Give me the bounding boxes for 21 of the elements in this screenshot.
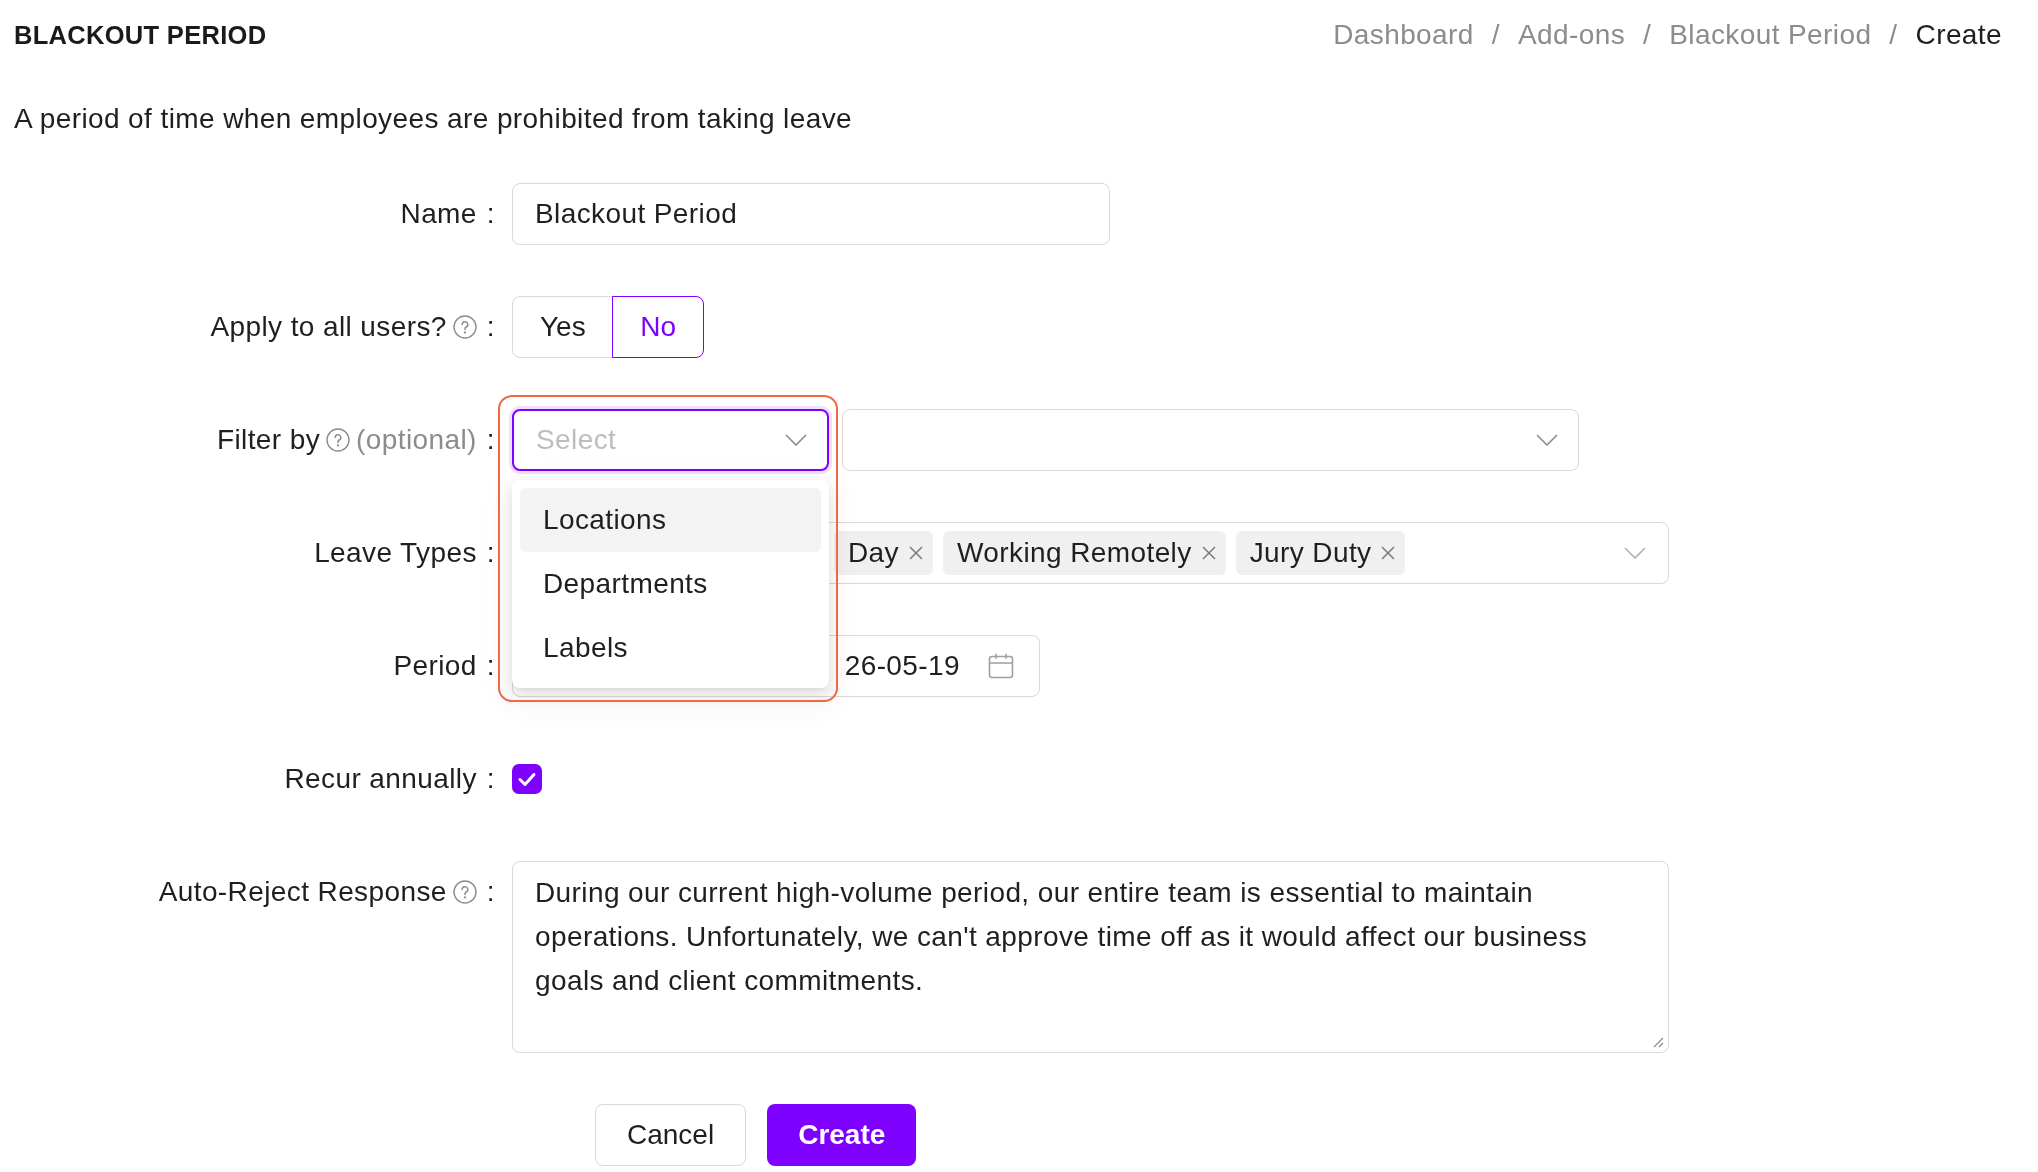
field-label: Name [400,198,477,230]
breadcrumb-separator: / [1491,19,1500,51]
label-colon: : [486,650,495,682]
field-label: Apply to all users? [210,311,447,343]
label-colon: : [486,198,495,230]
field-label: Auto-Reject Response [158,876,447,908]
optional-hint: (optional) [356,424,477,456]
label-colon: : [486,876,495,908]
field-label: Filter by [216,424,321,456]
label-colon: : [486,311,495,343]
field-label: Period [393,650,477,682]
field-label: Recur annually [284,763,477,795]
page-title: BLACKOUT PERIOD [14,20,267,50]
label-colon: : [486,424,495,456]
breadcrumb-current: Create [1915,19,2002,51]
breadcrumb-separator: / [1643,19,1652,51]
label-colon: : [486,537,495,569]
breadcrumb-separator: / [1889,19,1898,51]
field-label: Leave Types [314,537,477,569]
page-description: A period of time when employees are prohibited from taking leave [14,102,854,136]
label-colon: : [486,763,495,795]
